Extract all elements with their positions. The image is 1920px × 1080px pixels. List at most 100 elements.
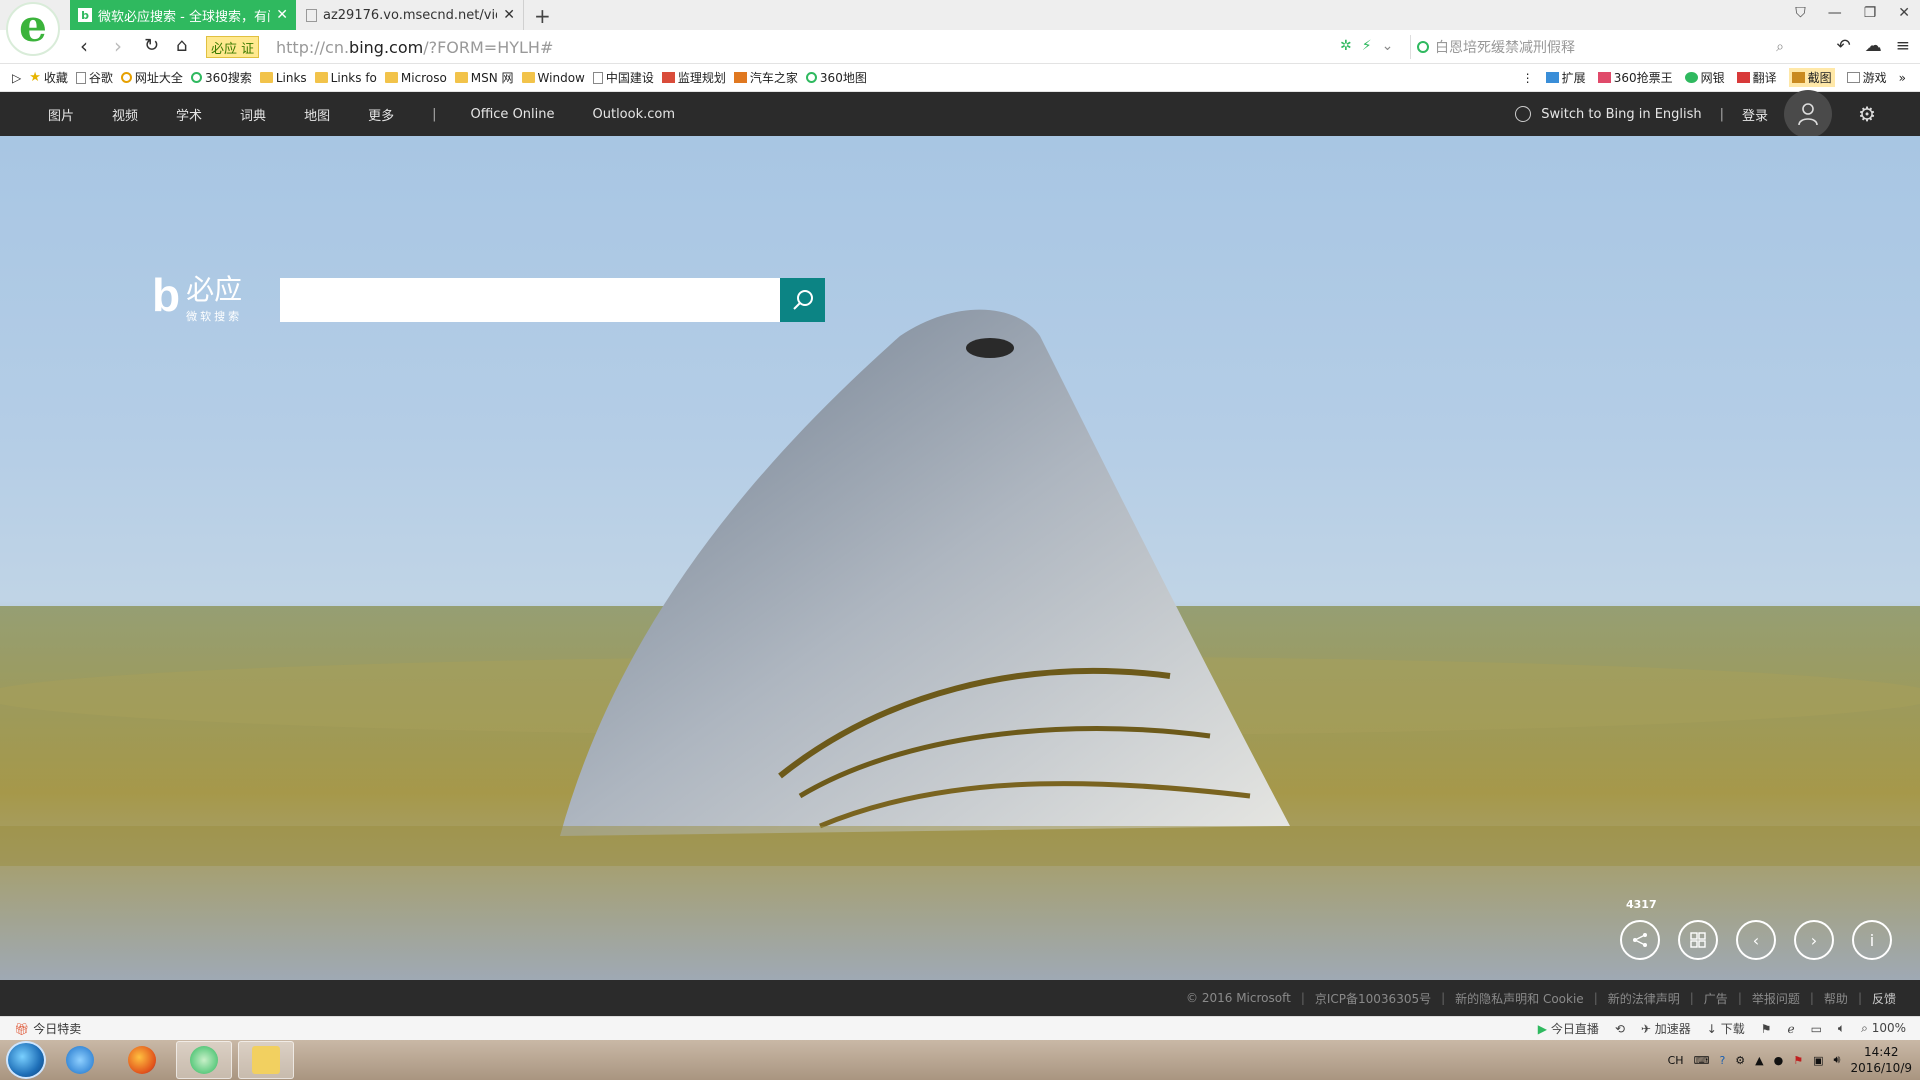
download-button[interactable]: ↓ 下载: [1707, 1020, 1745, 1037]
flag-icon[interactable]: ⚑: [1761, 1022, 1772, 1036]
bookmark-folder[interactable]: MSN 网: [454, 69, 514, 86]
share-icon[interactable]: [1620, 920, 1660, 960]
flag-tray-icon[interactable]: ⚑: [1793, 1054, 1803, 1067]
minimize-icon[interactable]: —: [1828, 5, 1842, 21]
bookmark-folder[interactable]: Links: [259, 71, 307, 85]
ext-games[interactable]: 游戏: [1846, 69, 1887, 86]
nav-office-online[interactable]: Office Online: [470, 107, 554, 122]
more-icon[interactable]: ⋮: [1522, 71, 1534, 85]
status-right: ▶ 今日直播 ⟲ ✈ 加速器 ↓ 下载 ⚑ ℯ ▭ 🔈︎ ⌕ 100%: [1538, 1020, 1906, 1037]
cert-badge[interactable]: 必应 证: [206, 36, 260, 58]
volume-icon[interactable]: 🔈︎: [1838, 1021, 1845, 1036]
sidebar-toggle-icon[interactable]: ▷: [12, 71, 21, 85]
speed-icon[interactable]: ⚡: [1362, 38, 1372, 54]
login-link[interactable]: 登录: [1742, 105, 1768, 124]
bookmark-item[interactable]: 汽车之家: [733, 69, 798, 86]
undo-icon[interactable]: ↶: [1837, 36, 1851, 56]
browser-search-input[interactable]: 白恩培死缓禁减刑假释 ⌕: [1410, 35, 1790, 59]
search-button[interactable]: [780, 278, 825, 322]
tab-close-icon[interactable]: ✕: [276, 7, 288, 23]
bookmark-item[interactable]: 网址大全: [120, 69, 183, 86]
window-icon[interactable]: ▭: [1811, 1022, 1822, 1036]
menu-icon[interactable]: ≡: [1896, 36, 1910, 56]
bookmark-folder[interactable]: Microso: [384, 71, 447, 85]
nav-maps[interactable]: 地图: [304, 105, 330, 124]
language-indicator[interactable]: CH: [1668, 1054, 1684, 1067]
nav-dictionary[interactable]: 词典: [240, 105, 266, 124]
nav-videos[interactable]: 视频: [112, 105, 138, 124]
ext-extensions[interactable]: 扩展: [1545, 69, 1586, 86]
nav-outlook[interactable]: Outlook.com: [593, 107, 676, 122]
clock[interactable]: 14:42 2016/10/9: [1850, 1044, 1912, 1076]
bookmark-item[interactable]: 监理规划: [661, 69, 726, 86]
privacy-link[interactable]: 新的隐私声明和 Cookie: [1455, 990, 1584, 1007]
nav-academic[interactable]: 学术: [176, 105, 202, 124]
switch-language-link[interactable]: Switch to Bing in English: [1541, 107, 1701, 122]
cloud-icon[interactable]: ☁: [1865, 36, 1882, 56]
skin-icon[interactable]: ⛉: [1795, 5, 1806, 21]
bookmark-item[interactable]: 360搜索: [190, 69, 252, 86]
taskbar-explorer[interactable]: [238, 1041, 294, 1079]
accelerator-button[interactable]: ✈ 加速器: [1641, 1020, 1691, 1037]
tab-close-icon[interactable]: ✕: [503, 7, 515, 23]
zoom-control[interactable]: ⌕ 100%: [1861, 1021, 1906, 1036]
ext-tickets[interactable]: 360抢票王: [1597, 69, 1673, 86]
ext-screenshot[interactable]: 截图: [1788, 68, 1835, 87]
bing-search-input[interactable]: [280, 278, 780, 322]
nav-images[interactable]: 图片: [48, 105, 74, 124]
restore-icon[interactable]: ❐: [1864, 5, 1877, 21]
url-field[interactable]: http://cn.bing.com/?FORM=HYLH#: [276, 38, 553, 57]
feedback-link[interactable]: 反馈: [1872, 990, 1896, 1007]
icp-link[interactable]: 京ICP备10036305号: [1315, 990, 1431, 1007]
ie-mode-icon[interactable]: ℯ: [1787, 1022, 1794, 1036]
history-icon[interactable]: ⟲: [1615, 1022, 1625, 1036]
back-icon[interactable]: ‹: [80, 35, 88, 57]
help-icon[interactable]: ?: [1719, 1054, 1725, 1067]
legal-link[interactable]: 新的法律声明: [1608, 990, 1680, 1007]
security-icon[interactable]: ✲: [1340, 38, 1352, 54]
dropdown-icon[interactable]: ⌄: [1382, 38, 1394, 54]
bookmark-item[interactable]: 360地图: [805, 69, 867, 86]
gallery-icon[interactable]: [1678, 920, 1718, 960]
network-icon[interactable]: ▣: [1813, 1054, 1823, 1067]
forward-icon[interactable]: ›: [114, 35, 122, 57]
live-button[interactable]: ▶ 今日直播: [1538, 1020, 1599, 1037]
ext-translate[interactable]: 翻译: [1736, 69, 1777, 86]
home-icon[interactable]: ⌂: [176, 35, 187, 57]
taskbar-360-browser[interactable]: [176, 1041, 232, 1079]
tray-settings-icon[interactable]: ⚙: [1735, 1054, 1745, 1067]
new-tab-button[interactable]: +: [534, 4, 551, 28]
ads-link[interactable]: 广告: [1704, 990, 1728, 1007]
bookmark-favorites[interactable]: ★ 收藏: [29, 69, 68, 86]
tab-video[interactable]: az29176.vo.msecnd.net/video... ✕: [298, 0, 524, 30]
info-icon[interactable]: i: [1852, 920, 1892, 960]
tab-bing[interactable]: b 微软必应搜索 - 全球搜索，有问... ✕: [70, 0, 296, 30]
qq-icon[interactable]: ●: [1774, 1054, 1784, 1067]
taskbar-ie[interactable]: [52, 1041, 108, 1079]
close-window-icon[interactable]: ✕: [1898, 5, 1910, 21]
ext-bank[interactable]: 网银: [1684, 69, 1725, 86]
volume-tray-icon[interactable]: 🔊︎: [1834, 1053, 1841, 1067]
report-link[interactable]: 举报问题: [1752, 990, 1800, 1007]
expand-icon[interactable]: »: [1899, 71, 1906, 85]
user-avatar-icon[interactable]: [1784, 90, 1833, 138]
refresh-icon[interactable]: ↻: [144, 35, 159, 57]
bookmark-item[interactable]: 中国建设: [592, 69, 654, 86]
daily-deals[interactable]: 🎁︎ 今日特卖: [14, 1020, 81, 1037]
previous-icon[interactable]: ‹: [1736, 920, 1776, 960]
browser-logo-icon[interactable]: e: [6, 2, 60, 56]
bookmark-item[interactable]: 谷歌: [75, 69, 113, 86]
grid-icon: [1545, 72, 1559, 83]
help-link[interactable]: 帮助: [1824, 990, 1848, 1007]
next-icon[interactable]: ›: [1794, 920, 1834, 960]
bookmark-folder[interactable]: Links fo: [314, 71, 377, 85]
keyboard-icon[interactable]: ⌨: [1694, 1054, 1710, 1067]
bookmark-folder[interactable]: Window: [521, 71, 585, 85]
nav-more[interactable]: 更多: [368, 105, 394, 124]
gear-icon[interactable]: ⚙: [1858, 102, 1876, 126]
tray-expand-icon[interactable]: ▲: [1755, 1054, 1763, 1067]
search-icon[interactable]: ⌕: [1776, 39, 1784, 55]
start-button-icon[interactable]: [6, 1041, 46, 1079]
bing-logo[interactable]: b 必应 微软搜索: [152, 272, 242, 324]
taskbar-firefox[interactable]: [114, 1041, 170, 1079]
